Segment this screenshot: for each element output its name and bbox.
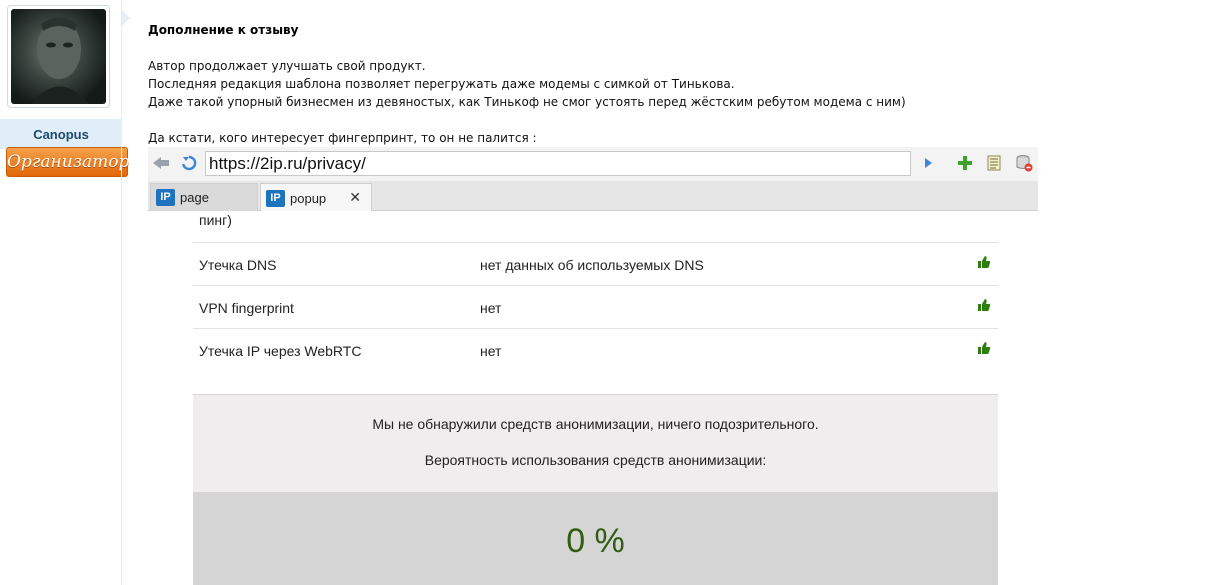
table-row: Утечка IP через WebRTC нет [193,328,998,371]
truncated-text: пинг) [199,212,232,228]
post-line: Последняя редакция шаблона позволяет пер… [148,77,735,91]
row-value: нет [480,343,502,359]
tab-bar: IP page IP popup ✕ [148,181,1038,212]
tab-popup[interactable]: IP popup ✕ [260,183,372,212]
thumbs-up-icon [978,299,991,311]
url-input[interactable]: https://2ip.ru/privacy/ [205,151,911,176]
row-value: нет данных об используемых DNS [480,257,704,273]
row-label: VPN fingerprint [199,300,294,316]
username[interactable]: Canopus [33,127,89,142]
table-row: Утечка DNS нет данных об используемых DN… [193,242,998,285]
thumbs-up-icon [978,342,991,354]
ip-logo-icon: IP [156,189,175,206]
go-arrow-icon[interactable] [917,152,939,174]
probability-block: 0 % [193,492,998,585]
result-message: Мы не обнаружили средств анонимизации, н… [372,416,819,432]
reload-icon[interactable] [178,152,200,174]
avatar-frame[interactable] [7,5,110,108]
post-title: Дополнение к отзыву [148,23,299,37]
tab-label: popup [290,190,327,206]
user-panel: Canopus Организатор [0,0,129,585]
post-line: Даже такой упорный бизнесмен из девяност… [148,95,906,109]
browser-toolbar: https://2ip.ru/privacy/ [148,147,1038,181]
ip-logo-icon: IP [266,189,285,207]
role-badge: Организатор [6,147,129,177]
database-remove-icon[interactable] [1013,152,1035,174]
close-icon[interactable]: ✕ [349,189,361,206]
back-arrow-icon[interactable] [150,152,172,174]
row-label: Утечка IP через WebRTC [199,343,362,359]
row-label: Утечка DNS [199,257,277,273]
tab-label: page [180,190,209,205]
post-line: Автор продолжает улучшать свой продукт. [148,59,426,73]
table-row: VPN fingerprint нет [193,285,998,328]
probability-value: 0 % [566,522,625,560]
avatar [11,9,106,104]
post-line: Да кстати, кого интересует фингерпринт, … [148,131,537,145]
row-value: нет [480,300,502,316]
speech-arrow [122,10,130,26]
probability-label: Вероятность использования средств аноним… [424,452,767,468]
result-panel: Мы не обнаружили средств анонимизации, н… [193,394,998,492]
browser-screenshot: https://2ip.ru/privacy/ IP page IP popup… [148,147,1038,585]
thumbs-up-icon [978,256,991,268]
tab-page[interactable]: IP page [150,183,258,211]
username-bar: Canopus [0,119,122,149]
privacy-page: пинг) Утечка DNS нет данных об используе… [193,211,998,585]
add-plus-icon[interactable] [954,152,976,174]
page-list-icon[interactable] [983,152,1005,174]
